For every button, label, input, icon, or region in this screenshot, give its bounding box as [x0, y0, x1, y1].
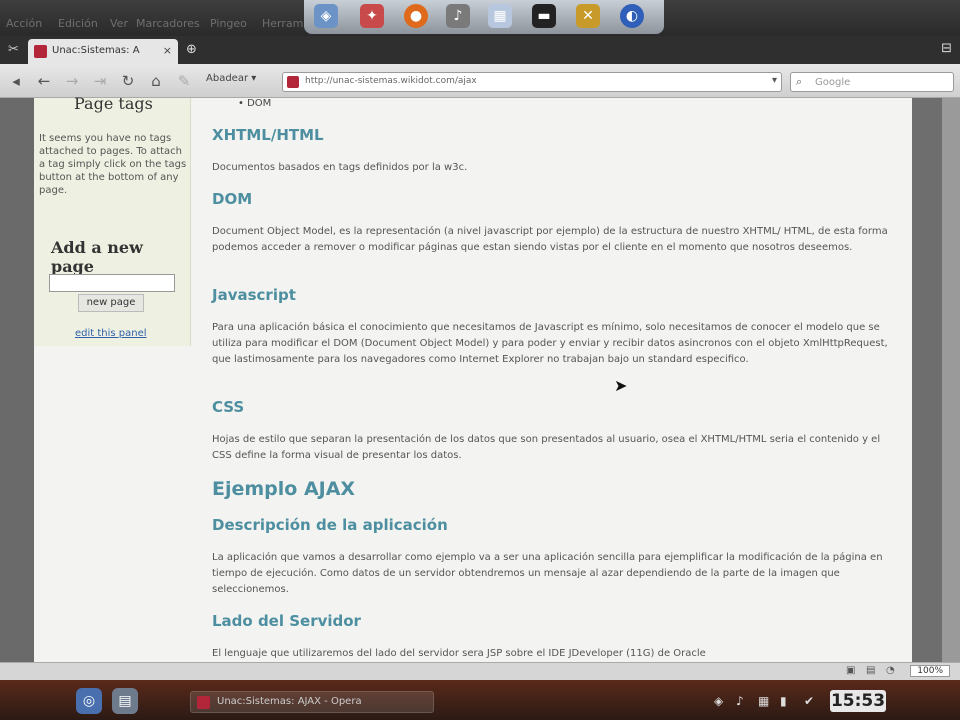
list-item: • DOM	[238, 98, 272, 109]
section-heading-xhtml: XHTML/HTML	[212, 126, 324, 144]
site-favicon-icon	[287, 76, 299, 88]
page-tags-text: It seems you have no tags attached to pa…	[39, 133, 187, 196]
add-page-heading: Add a new page	[51, 238, 143, 276]
edit-panel-link[interactable]: edit this panel	[75, 328, 147, 339]
close-tab-icon[interactable]: ×	[163, 44, 172, 57]
home-icon[interactable]: ⌂	[146, 71, 166, 91]
menu-item-marcadores[interactable]: Marcadores	[136, 17, 200, 30]
main-heading-ejemplo-ajax: Ejemplo AJAX	[212, 478, 356, 500]
left-gutter	[0, 98, 34, 662]
tab-title: Unac:Sistemas: A	[52, 45, 140, 56]
taskbar-task-opera[interactable]: Unac:Sistemas: AJAX - Opera	[190, 691, 434, 713]
app-dock: ◈ ✦ ● ♪ ▦ ▬ ✕ ◐	[304, 0, 664, 34]
section-heading-css: CSS	[212, 398, 245, 416]
zoom-level[interactable]: 100%	[910, 665, 950, 677]
vertical-scrollbar[interactable]	[942, 98, 960, 662]
new-tab-icon[interactable]: ⊕	[186, 42, 197, 57]
tab-strip: ✂ Unac:Sistemas: A × ⊕ ⊟	[0, 36, 960, 64]
speed-icon[interactable]: ◔	[886, 665, 895, 676]
status-bar: ▣ ▤ ◔ 100%	[0, 662, 960, 680]
reload-icon[interactable]: ↻	[118, 71, 138, 91]
menu-item-pingeo[interactable]: Pingeo	[210, 17, 247, 30]
section-text-xhtml: Documentos basados en tags definidos por…	[212, 162, 468, 173]
section-heading-servidor: Lado del Servidor	[212, 612, 361, 630]
address-bar[interactable]: http://unac-sistemas.wikidot.com/ajax ▾	[282, 72, 782, 92]
sidebar: Page tags It seems you have no tags atta…	[34, 94, 191, 346]
image-icon[interactable]: ▤	[866, 665, 875, 676]
window-icon[interactable]: ▦	[488, 4, 512, 28]
address-url[interactable]: http://unac-sistemas.wikidot.com/ajax	[305, 76, 477, 86]
taskbar: ◎ ▤ Unac:Sistemas: AJAX - Opera ◈ ♪ ▦ ▮ …	[0, 680, 960, 720]
view-icon[interactable]: ▣	[846, 665, 855, 676]
back-menu-icon[interactable]: ◂	[6, 71, 26, 91]
clipboard-icon[interactable]: ▦	[758, 694, 769, 708]
section-text-descripcion: La aplicación que vamos a desarrollar co…	[212, 552, 883, 595]
section-heading-dom: DOM	[212, 190, 253, 208]
search-placeholder: Google	[815, 77, 851, 88]
clock[interactable]: 15:53	[830, 690, 886, 712]
battery-icon[interactable]: ▮	[780, 694, 787, 708]
search-field[interactable]: ⌕ Google	[790, 72, 954, 92]
game-icon[interactable]: ✦	[360, 4, 384, 28]
page-viewport: Page tags It seems you have no tags atta…	[0, 94, 960, 662]
task-title: Unac:Sistemas: AJAX - Opera	[217, 696, 362, 707]
navigation-toolbar: ◂ ← → ⇥ ↻ ⌂ ✎ Abadear ▾ http://unac-sist…	[0, 64, 960, 98]
page-tags-heading: Page tags	[74, 94, 153, 113]
fast-forward-icon[interactable]: ⇥	[90, 71, 110, 91]
tab-menu-icon[interactable]: ⊟	[941, 41, 952, 56]
top-menu-bar: Acción Edición Ver Marcadores Pingeo Her…	[0, 0, 960, 36]
network-tray-icon[interactable]: ◈	[714, 694, 723, 708]
forward-icon[interactable]: →	[62, 71, 82, 91]
music-icon[interactable]: ♪	[446, 4, 470, 28]
opera-icon	[197, 696, 210, 709]
system-menu-icon[interactable]: ◎	[76, 688, 102, 714]
back-icon[interactable]: ←	[34, 71, 54, 91]
desktop-screen: Acción Edición Ver Marcadores Pingeo Her…	[0, 0, 960, 720]
search-engine-icon[interactable]: ⌕	[796, 75, 802, 89]
list-item-text: DOM	[247, 98, 272, 109]
new-page-button[interactable]: new page	[78, 294, 144, 312]
updates-icon[interactable]: ✔	[804, 694, 814, 708]
section-heading-javascript: Javascript	[212, 286, 296, 304]
volume-icon[interactable]: ♪	[736, 694, 744, 708]
site-favicon-icon	[34, 45, 47, 58]
section-text-javascript: Para una aplicación básica el conocimien…	[212, 322, 888, 365]
zoom-select[interactable]: Abadear ▾	[206, 73, 256, 84]
network-icon[interactable]: ◈	[314, 4, 338, 28]
firefox-icon[interactable]: ●	[404, 4, 428, 28]
section-heading-descripcion: Descripción de la aplicación	[212, 516, 448, 534]
terminal-icon[interactable]: ▬	[532, 4, 556, 28]
section-text-css: Hojas de estilo que separan la presentac…	[212, 434, 881, 461]
tools-icon[interactable]: ✂	[8, 42, 19, 57]
edit-icon[interactable]: ✎	[174, 71, 194, 91]
tab-unac-sistemas[interactable]: Unac:Sistemas: A ×	[28, 39, 178, 64]
globe-icon[interactable]: ◐	[620, 4, 644, 28]
menu-item-herram[interactable]: Herram	[262, 17, 303, 30]
menu-item-edicion[interactable]: Edición	[58, 17, 98, 30]
file-manager-icon[interactable]: ▤	[112, 688, 138, 714]
web-page: Page tags It seems you have no tags atta…	[34, 94, 912, 662]
menu-item-ver[interactable]: Ver	[110, 17, 128, 30]
right-gutter	[912, 98, 942, 662]
section-text-servidor: El lenguaje que utilizaremos del lado de…	[212, 648, 706, 659]
section-text-dom: Document Object Model, es la representac…	[212, 226, 888, 253]
address-dropdown-icon[interactable]: ▾	[772, 75, 777, 86]
menu-item-accion[interactable]: Acción	[6, 17, 42, 30]
tools-icon[interactable]: ✕	[576, 4, 600, 28]
new-page-input[interactable]	[49, 274, 175, 292]
mouse-pointer-icon: ➤	[614, 376, 628, 395]
